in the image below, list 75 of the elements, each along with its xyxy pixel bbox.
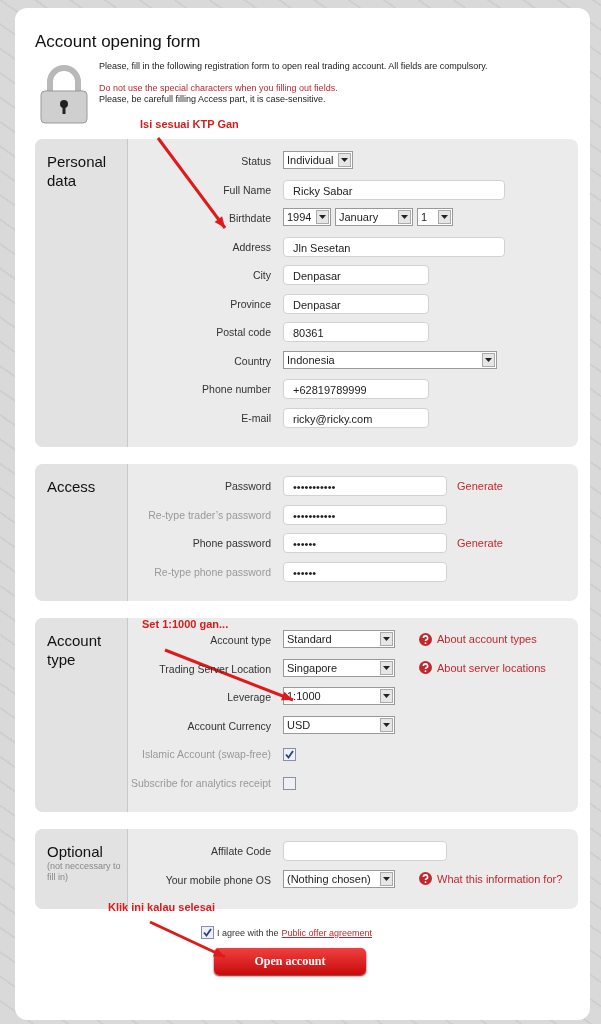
open-account-button[interactable]: Open account — [214, 948, 366, 975]
input-field[interactable]: 80361 — [283, 322, 429, 342]
section-title: Optional — [47, 842, 104, 861]
agreement-link[interactable]: Public offer agreement — [281, 927, 372, 938]
padlock-icon — [38, 64, 90, 124]
annotation-text: Klik ini kalau selesai — [108, 901, 215, 913]
help-link[interactable]: What this information for? — [437, 872, 563, 885]
agree-text: I agree with the — [217, 927, 279, 938]
field-label: Account Currency — [186, 718, 272, 733]
caret-icon — [383, 722, 390, 727]
input-field[interactable]: Jln Sesetan — [283, 236, 505, 257]
caret-icon — [383, 637, 390, 641]
caret-icon — [341, 158, 348, 162]
input-field[interactable]: Ricky Sabar — [283, 179, 505, 200]
field-label: Leverage — [226, 690, 272, 704]
dropdown[interactable]: Standard — [283, 630, 395, 648]
warning-text: Do not use the special characters when you filling out fields. — [99, 83, 339, 94]
dropdown[interactable]: (Nothing chosen) — [283, 869, 395, 888]
password-field[interactable]: ••••••••••• — [283, 476, 447, 496]
intro-text: Please, fill in the following registration form to open real trading account. All fields are compulsory. — [99, 61, 488, 72]
field-label: Birthdate — [227, 211, 272, 225]
caret-icon — [441, 215, 448, 219]
section-subtitle: (not neccessary to fill in) — [47, 861, 122, 883]
input-field[interactable] — [283, 841, 447, 861]
generate-link[interactable]: Generate — [457, 537, 503, 549]
field-label: Re-type phone password — [153, 564, 272, 579]
dropdown[interactable]: 1 — [417, 208, 453, 226]
checkbox[interactable] — [201, 926, 215, 939]
annotation-text: Isi sesuai KTP Gan — [140, 118, 239, 130]
field-label: Full Name — [222, 182, 272, 197]
dropdown[interactable]: Indonesia — [283, 350, 497, 369]
field-label: Affilate Code — [210, 844, 272, 858]
dropdown[interactable]: Individual — [283, 151, 353, 169]
input-field[interactable]: ricky@ricky.com — [283, 407, 429, 428]
field-label: Subscribe for analytics receipt — [129, 775, 272, 790]
caret-icon — [383, 876, 390, 881]
help-icon — [419, 632, 432, 646]
field-label: Country — [233, 353, 272, 368]
password-field[interactable]: •••••• — [283, 533, 447, 553]
help-link[interactable]: About server locations — [437, 661, 546, 674]
field-label: Islamic Account (swap-free) — [141, 747, 272, 761]
dropdown[interactable]: January — [335, 208, 413, 226]
caret-icon — [485, 357, 492, 362]
field-label: E-mail — [240, 410, 272, 425]
input-field[interactable]: Denpasar — [283, 293, 429, 314]
field-label: Password — [223, 479, 272, 493]
dropdown[interactable]: Singapore — [283, 658, 395, 677]
field-label: Status — [240, 154, 272, 168]
help-link[interactable]: About account types — [437, 633, 537, 645]
field-label: Phone number — [201, 382, 272, 396]
field-label: Your mobile phone OS — [164, 872, 272, 887]
field-label: Address — [231, 239, 272, 254]
input-field[interactable]: Denpasar — [283, 265, 429, 285]
caret-icon — [401, 215, 408, 219]
caret-icon — [383, 694, 390, 698]
section-title: Personal data — [47, 152, 108, 190]
field-label: Province — [229, 296, 272, 311]
caret-icon — [319, 215, 326, 219]
help-icon — [419, 661, 432, 674]
section-title: Access — [47, 477, 97, 496]
field-label: Re-type trader’s password — [147, 507, 272, 522]
field-label: Phone password — [191, 536, 272, 550]
annotation-text: Set 1:1000 gan... — [142, 618, 229, 630]
dropdown[interactable]: USD — [283, 715, 395, 734]
caret-icon — [383, 665, 390, 670]
field-label: Postal code — [215, 325, 272, 339]
form-title: Account opening form — [35, 32, 202, 52]
field-label: Account type — [209, 633, 272, 647]
input-field[interactable]: +62819789999 — [283, 379, 429, 399]
generate-link[interactable]: Generate — [457, 480, 503, 492]
help-icon — [419, 872, 432, 885]
note-text: Please, be carefull filling Access part, it is case-sensitive. — [99, 94, 327, 105]
field-label: City — [251, 268, 272, 282]
dropdown[interactable]: 1994 — [283, 208, 331, 226]
section-title: Account type — [47, 631, 103, 669]
